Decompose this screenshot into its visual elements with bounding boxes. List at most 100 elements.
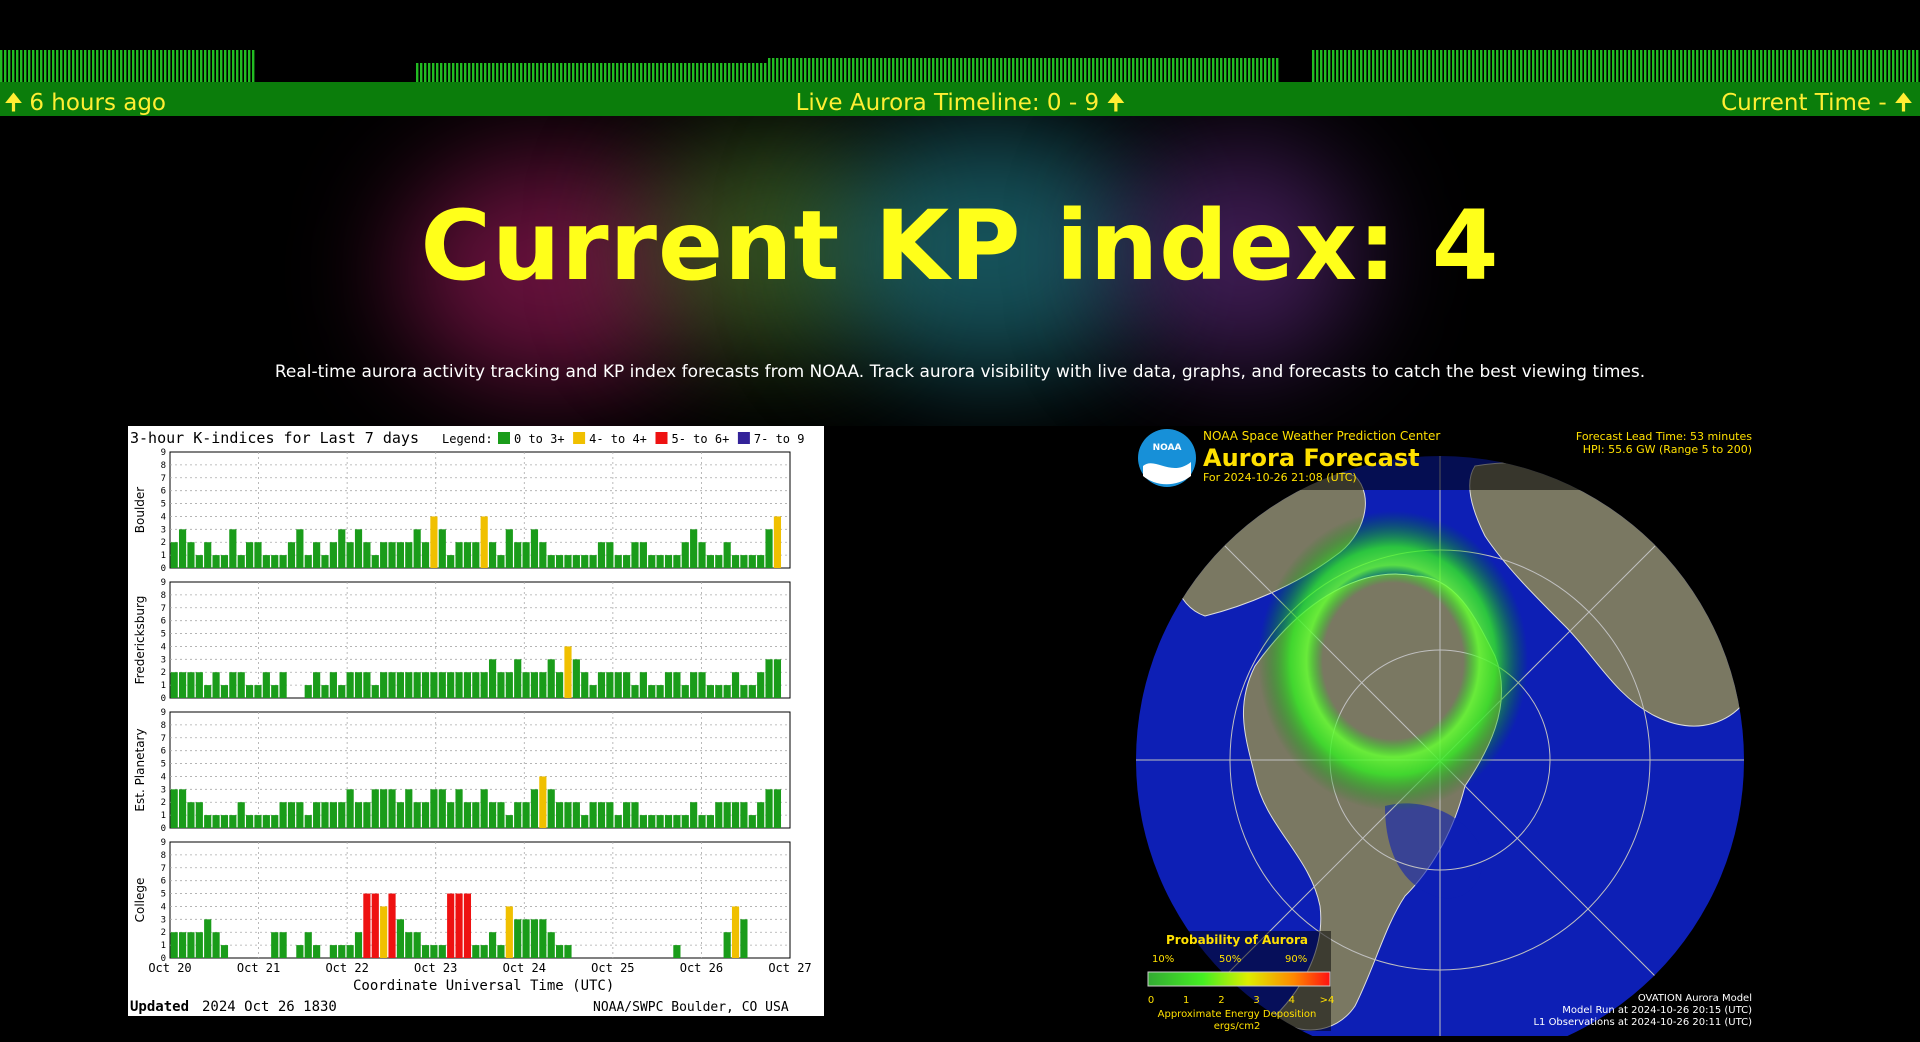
timeline-tick: [1852, 50, 1855, 82]
timeline-tick: [1388, 50, 1391, 82]
timeline-tick: [484, 63, 487, 82]
timeline-tick: [1100, 58, 1103, 82]
timeline-tick: [1436, 50, 1439, 82]
panel-frame: [169, 841, 791, 959]
y-tick-label: 9: [161, 708, 166, 718]
kindex-bar: [204, 815, 212, 828]
timeline-tick: [452, 63, 455, 82]
kindex-bar: [296, 529, 304, 568]
kindex-bar: [321, 685, 329, 698]
timeline-tick: [524, 63, 527, 82]
kindex-bar: [455, 893, 463, 958]
noaa-logo-text: NOAA: [1153, 443, 1182, 453]
timeline-tick: [992, 58, 995, 82]
timeline-tick: [1800, 50, 1803, 82]
kindex-bar: [597, 802, 606, 828]
legend-swatch: [573, 432, 586, 444]
timeline-tick: [1620, 50, 1623, 82]
timeline-tick: [152, 50, 155, 82]
timeline-title-label: Live Aurora Timeline: 0 - 9: [795, 90, 1100, 116]
timeline-tick: [1124, 58, 1127, 82]
timeline-tick: [184, 50, 187, 82]
kindex-bar: [698, 672, 706, 698]
kindex-bar: [656, 555, 664, 568]
kindex-bar: [472, 802, 480, 828]
timeline-tick: [476, 63, 479, 82]
timeline-tick: [1016, 58, 1019, 82]
kindex-bar: [639, 672, 647, 698]
y-tick-label: 6: [161, 617, 166, 627]
kindex-bar: [757, 802, 765, 828]
kindex-bar: [765, 659, 773, 698]
timeline-tick: [1068, 58, 1071, 82]
y-tick-label: 6: [161, 487, 166, 497]
kindex-bar: [480, 672, 488, 698]
timeline-tick: [1644, 50, 1647, 82]
timeline-tick: [1200, 58, 1203, 82]
timeline-tick: [688, 63, 691, 82]
y-tick-label: 0: [161, 564, 166, 574]
timeline-tick: [1348, 50, 1351, 82]
timeline-tick: [1228, 58, 1231, 82]
kindex-bar: [581, 815, 589, 828]
timeline-tick: [1836, 50, 1839, 82]
kindex-bar: [505, 815, 513, 828]
timeline-tick: [1748, 50, 1751, 82]
timeline-tick: [1564, 50, 1567, 82]
kindex-bar: [396, 802, 404, 828]
timeline-tick: [1384, 50, 1387, 82]
kindex-bar: [279, 802, 287, 828]
timeline-tick: [872, 58, 875, 82]
timeline-tick: [1508, 50, 1511, 82]
kindex-bar: [346, 542, 354, 568]
timeline-tick: [1904, 50, 1907, 82]
timeline-tick: [1096, 58, 1099, 82]
kindex-bar: [514, 542, 522, 568]
timeline-tick: [1548, 50, 1551, 82]
kindex-bar: [681, 815, 689, 828]
timeline-tick: [220, 50, 223, 82]
kindex-bar: [564, 802, 572, 828]
kindex-bar: [715, 555, 723, 568]
timeline-tick: [1504, 50, 1507, 82]
prob-tick-10: 10%: [1152, 954, 1174, 965]
timeline-tick: [564, 63, 567, 82]
kindex-bar: [329, 672, 337, 698]
kindex-bar: [673, 555, 681, 568]
timeline-tick: [956, 58, 959, 82]
kindex-bar: [313, 802, 321, 828]
kindex-bar: [371, 789, 379, 828]
kindex-bar: [237, 555, 245, 568]
timeline-tick: [1664, 50, 1667, 82]
kindex-bar: [731, 906, 740, 958]
y-tick-label: 9: [161, 448, 166, 458]
timeline-tick: [48, 50, 51, 82]
timeline-bar: 🠉 6 hours ago Live Aurora Timeline: 0 - …: [0, 82, 1920, 116]
kindex-bar: [497, 802, 505, 828]
timeline-tick: [608, 63, 611, 82]
timeline-tick: [144, 50, 147, 82]
timeline-tick: [36, 50, 39, 82]
kindex-bar: [430, 672, 438, 698]
timeline-tick: [1480, 50, 1483, 82]
kindex-bar: [639, 815, 647, 828]
timeline-tick: [600, 63, 603, 82]
kindex-bar: [748, 685, 756, 698]
kindex-bar: [530, 672, 539, 698]
y-tick-label: 1: [161, 811, 166, 821]
kindex-bar: [556, 672, 564, 698]
timeline-tick: [636, 63, 639, 82]
timeline-tick: [72, 50, 75, 82]
timeline-tick: [172, 50, 175, 82]
timeline-tick: [612, 63, 615, 82]
kindex-bar: [631, 542, 639, 568]
timeline-tick: [1012, 58, 1015, 82]
kindex-bar: [363, 542, 371, 568]
kindex-bar: [589, 802, 597, 828]
chart-source: NOAA/SWPC Boulder, CO USA: [593, 1000, 789, 1015]
timeline-tick: [948, 58, 951, 82]
probability-title: Probability of Aurora: [1166, 933, 1308, 947]
timeline-tick: [572, 63, 575, 82]
kindex-bar: [606, 672, 614, 698]
kindex-bar: [279, 555, 287, 568]
